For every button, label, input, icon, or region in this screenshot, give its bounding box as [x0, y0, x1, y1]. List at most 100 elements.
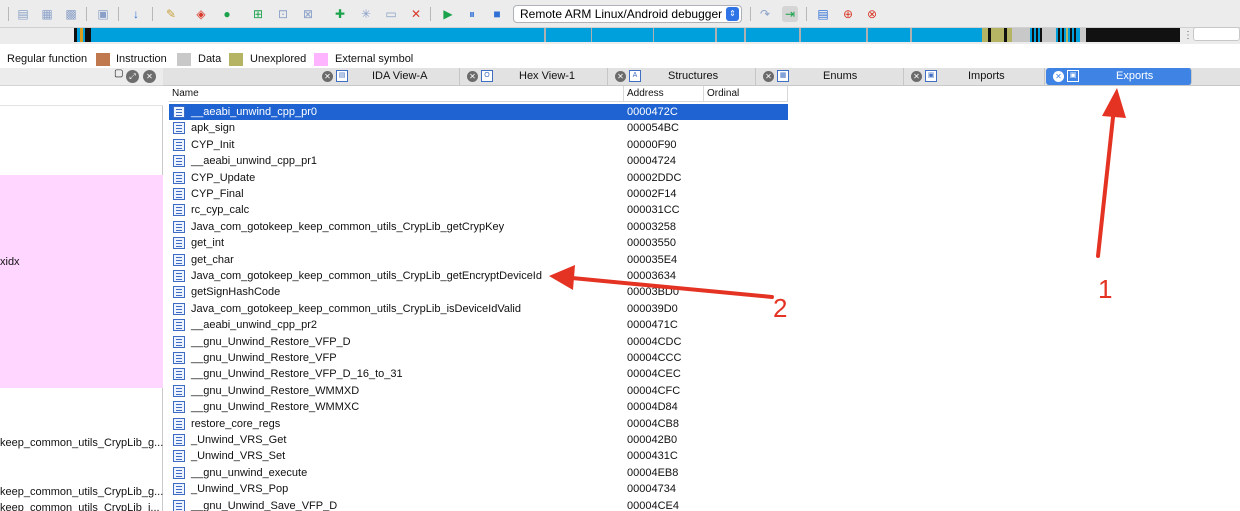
- table-row[interactable]: apk_sign 000054BC: [169, 120, 788, 136]
- hex-view-icon: O: [481, 70, 493, 82]
- table-row[interactable]: rc_cyp_calc 000031CC: [169, 202, 788, 218]
- add-green-icon[interactable]: ✚: [332, 6, 348, 22]
- export-entry-icon: [173, 237, 185, 250]
- nav-segment: [1004, 28, 1007, 42]
- delete-breakpoint-icon[interactable]: ⊗: [864, 6, 880, 22]
- jump-icon[interactable]: ▦: [39, 6, 55, 22]
- table-row[interactable]: get_int 00003550: [169, 235, 788, 251]
- flag-icon[interactable]: ◈: [193, 6, 209, 22]
- close-tab-icon[interactable]: ✕: [467, 71, 478, 82]
- breakpoint-list-icon[interactable]: ▤: [815, 6, 831, 22]
- window-icon[interactable]: ▭: [383, 6, 399, 22]
- table-row[interactable]: getSignHashCode 00003BD0: [169, 284, 788, 300]
- close-icon[interactable]: ✕: [143, 70, 156, 83]
- export-address: 000035E4: [627, 253, 678, 266]
- debugger-select[interactable]: Remote ARM Linux/Android debugger ⇕: [513, 5, 742, 23]
- hex-icon[interactable]: ▣: [95, 6, 111, 22]
- step-icon[interactable]: ↷: [757, 6, 773, 22]
- table-row[interactable]: __gnu_Unwind_Restore_WMMXC 00004D84: [169, 399, 788, 415]
- nav-segment: [591, 28, 592, 42]
- nav-segment: [1036, 28, 1038, 42]
- nav-segment: [1066, 28, 1068, 42]
- tab-imports[interactable]: ✕ ▣ Imports: [904, 68, 1045, 85]
- close-tab-icon[interactable]: ✕: [763, 71, 774, 82]
- export-entry-icon: [173, 220, 185, 233]
- close-tab-icon[interactable]: ✕: [1053, 71, 1064, 82]
- table-row[interactable]: __gnu_Unwind_Restore_VFP_D 00004CDC: [169, 334, 788, 350]
- table-row[interactable]: __gnu_Unwind_Restore_VFP_D_16_to_31 00004…: [169, 366, 788, 382]
- function-list-item[interactable]: xidx: [0, 256, 163, 268]
- tab-exports[interactable]: ✕ ▣ Exports: [1046, 68, 1192, 85]
- table-row[interactable]: CYP_Init 00000F90: [169, 137, 788, 153]
- column-header-address[interactable]: Address: [624, 86, 704, 102]
- table-row[interactable]: Java_com_gotokeep_keep_common_utils_Cryp…: [169, 219, 788, 235]
- nav-segment: [544, 28, 546, 42]
- function-list-item[interactable]: keep_common_utils_CrypLib_i...: [0, 502, 163, 511]
- table-row[interactable]: __aeabi_unwind_cpp_pr1 00004724: [169, 153, 788, 169]
- functions-panel-header: ▢ ⤢ ✕: [0, 68, 163, 86]
- export-address: 00004CEC: [627, 368, 681, 381]
- add-icon[interactable]: ⊞: [250, 6, 266, 22]
- table-row[interactable]: __gnu_unwind_execute 00004EB8: [169, 465, 788, 481]
- tab-enums[interactable]: ✕ ▦ Enums: [756, 68, 904, 85]
- green-circle-icon[interactable]: ●: [219, 6, 235, 22]
- table-row[interactable]: __aeabi_unwind_cpp_pr0 0000472C: [169, 104, 788, 121]
- nav-address-field[interactable]: [1193, 27, 1240, 41]
- tab-structures[interactable]: ✕ A Structures: [608, 68, 756, 85]
- table-row[interactable]: __gnu_Unwind_Restore_VFP 00004CCC: [169, 350, 788, 366]
- debugger-select-value: Remote ARM Linux/Android debugger: [520, 7, 723, 21]
- list-icon[interactable]: ▤: [15, 6, 31, 22]
- add-breakpoint-icon[interactable]: ⊕: [840, 6, 856, 22]
- image-icon[interactable]: ⊠: [300, 6, 316, 22]
- close-tab-icon[interactable]: ✕: [911, 71, 922, 82]
- table-row[interactable]: _Unwind_VRS_Set 0000431C: [169, 448, 788, 464]
- tab-hex-view-1[interactable]: ✕ O Hex View-1: [460, 68, 608, 85]
- close-tab-icon[interactable]: ✕: [322, 71, 333, 82]
- export-address: 00004734: [627, 483, 676, 496]
- column-header-ordinal[interactable]: Ordinal: [704, 86, 788, 102]
- restore-icon[interactable]: ▢: [114, 68, 123, 79]
- down-arrow-icon[interactable]: ↓: [128, 6, 144, 22]
- table-row[interactable]: restore_core_regs 00004CB8: [169, 416, 788, 432]
- paint-icon[interactable]: ✎: [163, 6, 179, 22]
- table-row[interactable]: __aeabi_unwind_cpp_pr2 0000471C: [169, 317, 788, 333]
- star-icon[interactable]: ✳: [358, 6, 374, 22]
- navigation-strip[interactable]: [74, 28, 1180, 42]
- table-row[interactable]: __gnu_Unwind_Save_VFP_D 00004CE4: [169, 498, 788, 511]
- tab-ida-view-a[interactable]: ✕ ▤ IDA View-A: [315, 68, 460, 85]
- function-list-item[interactable]: keep_common_utils_CrypLib_g...: [0, 486, 163, 498]
- nav-segment: [1032, 28, 1034, 42]
- toolbar-separator: [152, 7, 153, 21]
- table-row[interactable]: Java_com_gotokeep_keep_common_utils_Cryp…: [169, 301, 788, 317]
- table-row[interactable]: __gnu_Unwind_Restore_WMMXD 00004CFC: [169, 383, 788, 399]
- search-icon[interactable]: ▩: [63, 6, 79, 22]
- table-row[interactable]: _Unwind_VRS_Pop 00004734: [169, 481, 788, 497]
- close-x-icon[interactable]: ✕: [408, 6, 424, 22]
- stop-icon[interactable]: ■: [489, 6, 505, 22]
- function-list-item[interactable]: keep_common_utils_CrypLib_g...: [0, 437, 163, 449]
- nav-more-icon[interactable]: ⋮: [1183, 30, 1193, 41]
- export-address: 000054BC: [627, 122, 679, 135]
- table-row[interactable]: Java_com_gotokeep_keep_common_utils_Cryp…: [169, 268, 788, 284]
- export-address: 00002F14: [627, 188, 677, 200]
- toolbar-separator: [118, 7, 119, 21]
- maximize-icon[interactable]: ⤢: [126, 70, 139, 83]
- export-address: 00004CCC: [627, 352, 682, 364]
- toolbar-separator: [806, 7, 807, 21]
- table-row[interactable]: CYP_Update 00002DDC: [169, 170, 788, 186]
- table-row[interactable]: CYP_Final 00002F14: [169, 186, 788, 202]
- tab-label: Enums: [823, 70, 858, 82]
- table-row[interactable]: get_char 000035E4: [169, 252, 788, 268]
- play-icon[interactable]: ▶: [440, 6, 456, 22]
- run-to-icon[interactable]: ⇥: [782, 6, 798, 22]
- column-header-name[interactable]: Name: [169, 86, 624, 102]
- tab-label: Hex View-1: [519, 70, 576, 82]
- nav-segment: [1012, 28, 1030, 42]
- export-icon[interactable]: ⊡: [275, 6, 291, 22]
- pause-icon[interactable]: ⏸: [464, 6, 480, 22]
- table-row[interactable]: _Unwind_VRS_Get 000042B0: [169, 432, 788, 448]
- export-name: Java_com_gotokeep_keep_common_utils_Cryp…: [191, 270, 542, 282]
- tab-label: Imports: [968, 70, 1005, 82]
- export-entry-icon: [173, 286, 185, 299]
- close-tab-icon[interactable]: ✕: [615, 71, 626, 82]
